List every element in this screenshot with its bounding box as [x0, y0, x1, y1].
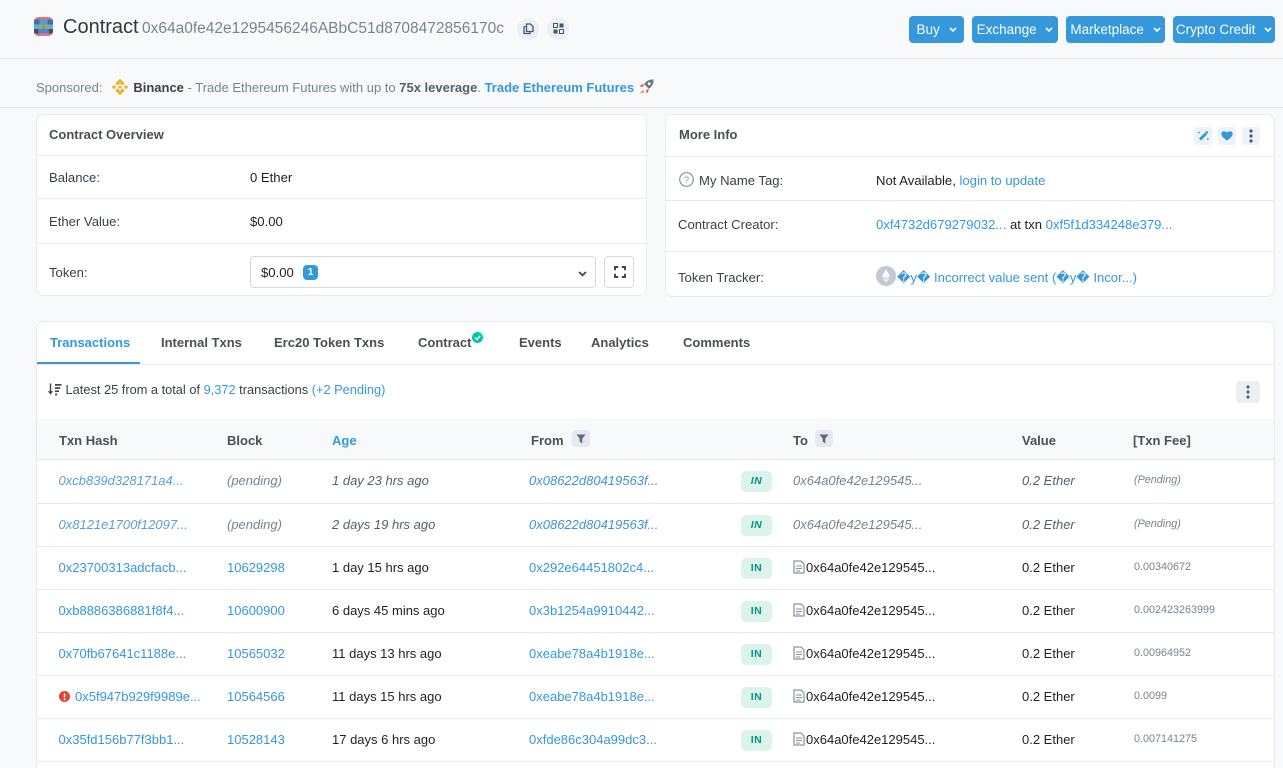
svg-text:?: ?: [684, 175, 689, 186]
